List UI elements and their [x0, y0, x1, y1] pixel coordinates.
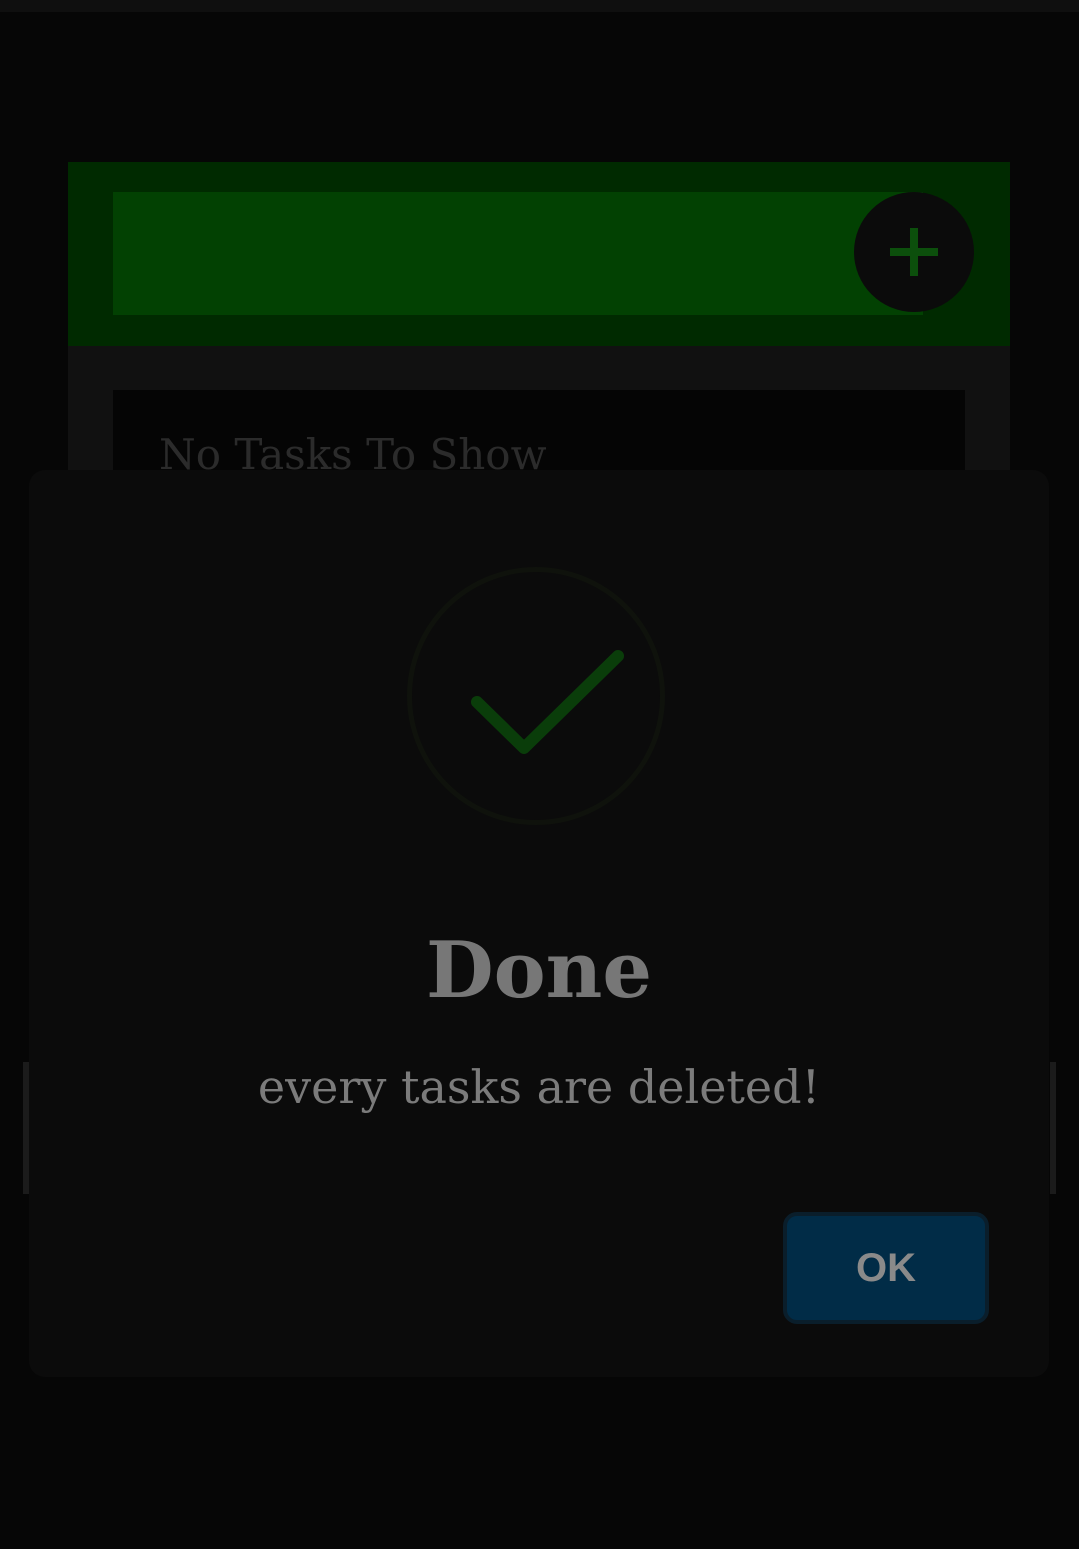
add-task-button[interactable]: [854, 192, 974, 312]
right-edge-divider: [1050, 1062, 1056, 1194]
dialog-message: every tasks are deleted!: [257, 1060, 821, 1114]
task-input[interactable]: [113, 192, 923, 315]
success-dialog: Done every tasks are deleted! OK: [29, 470, 1049, 1377]
dialog-title: Done: [425, 925, 652, 1016]
check-icon: [471, 650, 624, 754]
task-header: [68, 162, 1010, 346]
status-bar: [0, 0, 1079, 12]
ok-button[interactable]: OK: [783, 1212, 989, 1324]
success-icon-ring: [407, 567, 665, 825]
plus-icon: [890, 228, 938, 276]
